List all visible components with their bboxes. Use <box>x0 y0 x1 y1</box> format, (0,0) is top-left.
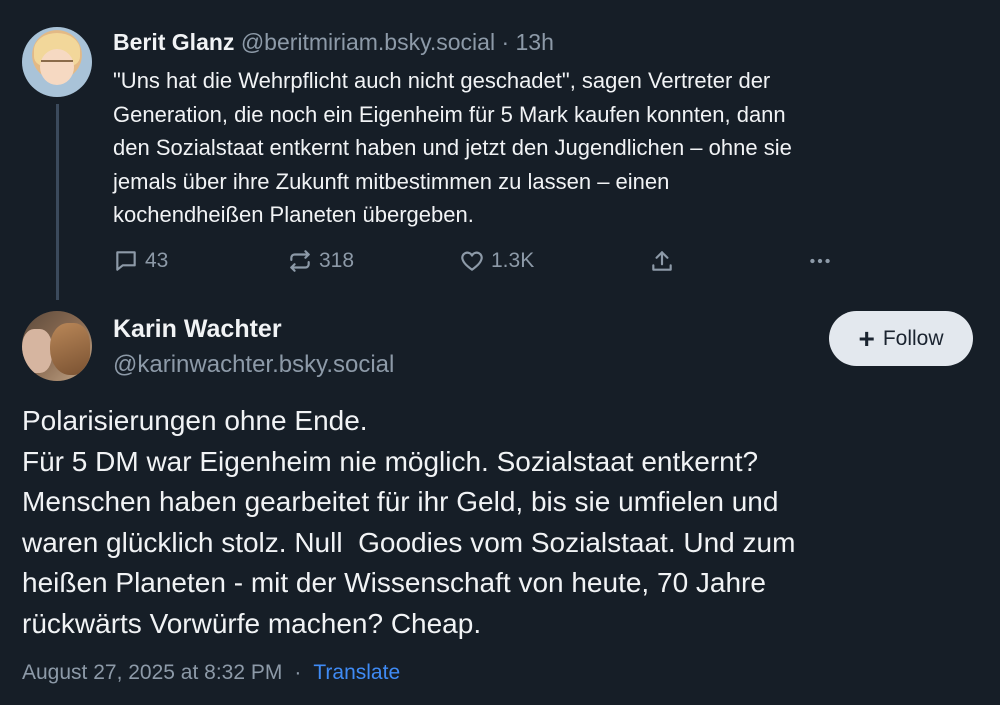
follow-label: Follow <box>882 326 944 350</box>
follow-button[interactable]: + Follow <box>829 311 973 366</box>
repost-icon <box>290 250 310 272</box>
main-post-text: Polarisierungen ohne Ende. Für 5 DM war … <box>22 401 982 644</box>
thread-line <box>56 104 59 300</box>
parent-post-text: "Uns hat die Wehrpflicht auch nicht gesc… <box>113 64 953 232</box>
heart-icon <box>461 251 483 271</box>
main-display-name[interactable]: Karin Wachter <box>113 313 282 345</box>
main-text-line: rückwärts Vorwürfe machen? Cheap. <box>22 607 482 639</box>
parent-post[interactable]: Berit Glanz @beritmiriam.bsky.social · 1… <box>0 0 1000 300</box>
avatar-glasses-shape <box>41 60 73 72</box>
reply-count: 43 <box>145 249 169 272</box>
plus-icon: + <box>858 322 875 354</box>
post-meta: August 27, 2025 at 8:32 PM · Translate <box>22 658 400 688</box>
main-text-line: heißen Planeten - mit der Wissenschaft v… <box>22 567 766 598</box>
parent-post-header: Berit Glanz @beritmiriam.bsky.social · 1… <box>113 27 554 57</box>
avatar-person-shape <box>22 329 52 373</box>
translate-link[interactable]: Translate <box>313 661 400 684</box>
parent-handle[interactable]: @beritmiriam.bsky.social <box>241 29 495 55</box>
parent-text-line: "Uns hat die Wehrpflicht auch nicht gesc… <box>113 68 771 93</box>
main-text-line: Für 5 DM war Eigenheim nie möglich. Sozi… <box>22 445 759 477</box>
share-upload-icon <box>652 251 672 271</box>
parent-display-name[interactable]: Berit Glanz <box>113 29 234 55</box>
ellipsis-icon <box>810 258 830 264</box>
parent-text-line: den Sozialstaat entkernt haben und jetzt… <box>113 135 792 160</box>
post-timestamp[interactable]: August 27, 2025 at 8:32 PM <box>22 661 282 684</box>
share-button[interactable] <box>649 244 681 278</box>
avatar-dog-shape <box>50 323 90 375</box>
parent-text-line: jemals über ihre Zukunft mitbestimmen zu… <box>113 168 670 194</box>
parent-time-ago[interactable]: 13h <box>516 29 554 55</box>
like-count: 1.3K <box>491 249 535 272</box>
reply-button[interactable]: 43 <box>113 244 168 278</box>
parent-avatar[interactable] <box>22 27 92 97</box>
repost-button[interactable]: 318 <box>287 244 354 278</box>
reply-bubble-icon <box>116 251 136 271</box>
more-options-button[interactable] <box>807 244 839 278</box>
parent-text-line: Generation, die noch ein Eigenheim für 5… <box>113 101 786 127</box>
main-post: Karin Wachter @karinwachter.bsky.social … <box>0 300 1000 705</box>
parent-text-line: kochendheißen Planeten übergeben. <box>113 202 474 227</box>
meta-separator: · <box>294 661 302 684</box>
like-button[interactable]: 1.3K <box>459 244 534 278</box>
header-separator: · <box>501 29 510 55</box>
main-avatar[interactable] <box>22 311 92 381</box>
main-text-line: Polarisierungen ohne Ende. <box>22 405 368 436</box>
main-text-line: Menschen haben gearbeitet für ihr Geld, … <box>22 486 779 517</box>
main-handle[interactable]: @karinwachter.bsky.social <box>113 349 394 381</box>
main-text-line: waren glücklich stolz. Null Goodies vom … <box>22 526 796 558</box>
repost-count: 318 <box>319 249 355 272</box>
parent-action-bar: 43 318 1.3K <box>113 244 853 278</box>
